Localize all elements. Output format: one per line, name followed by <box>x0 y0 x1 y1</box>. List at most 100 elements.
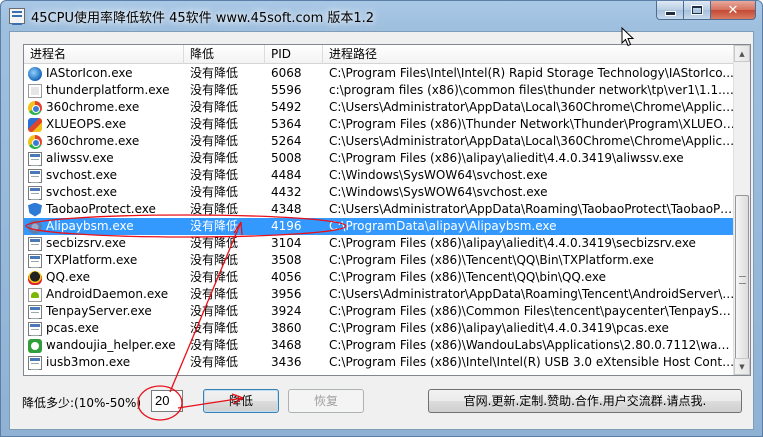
reduce-status: 没有降低 <box>190 304 239 318</box>
list-item[interactable]: QQ.exe 没有降低 4056 C:\Program Files (x86)\Ten… <box>24 269 736 286</box>
list-item[interactable]: TXPlatform.exe 没有降低 3508 C:\Program Files (… <box>24 252 736 269</box>
process-path: C:\Windows\SysWOW64\svchost.exe <box>329 185 548 199</box>
process-name: QQ.exe <box>46 270 90 284</box>
reduce-status: 没有降低 <box>190 168 239 182</box>
column-header-reduce[interactable]: 降低 <box>184 45 265 64</box>
process-name-cell: 360chrome.exe <box>24 133 184 150</box>
process-icon <box>28 83 42 98</box>
reduce-status: 没有降低 <box>190 66 239 80</box>
process-name: Alipaybsm.exe <box>46 219 134 233</box>
vertical-scrollbar[interactable]: ▲ ▼ <box>733 45 750 375</box>
restore-button[interactable]: 恢复 <box>288 389 364 413</box>
process-list[interactable]: 进程名 降低 PID 进程路径 IAStorIcon.exe 没有降低 6068 C:… <box>23 44 751 376</box>
process-name: thunderplatform.exe <box>46 83 170 97</box>
process-name: secbizsrv.exe <box>46 236 126 250</box>
process-name: IAStorIcon.exe <box>46 66 133 80</box>
process-name-cell: TXPlatform.exe <box>24 252 184 269</box>
process-icon <box>28 219 42 234</box>
process-icon <box>28 202 42 217</box>
process-name: aliwssv.exe <box>46 151 114 165</box>
scrollbar-thumb[interactable] <box>735 195 749 365</box>
list-item[interactable]: IAStorIcon.exe 没有降低 6068 C:\Program Files\I… <box>24 65 736 82</box>
list-item[interactable]: 360chrome.exe 没有降低 5264 C:\Users\Administra… <box>24 133 736 150</box>
process-icon <box>28 338 42 353</box>
process-pid: 3924 <box>271 304 302 318</box>
process-name: 360chrome.exe <box>46 100 140 114</box>
list-item[interactable]: Alipaybsm.exe 没有降低 4196 C:\ProgramData\alip… <box>24 218 736 235</box>
process-pid: 4432 <box>271 185 302 199</box>
process-icon <box>28 253 42 268</box>
list-item[interactable]: TenpayServer.exe 没有降低 3924 C:\Program Files… <box>24 303 736 320</box>
process-pid: 3468 <box>271 338 302 352</box>
close-button[interactable]: ✕ <box>711 1 756 20</box>
reduce-button[interactable]: 降低 <box>203 389 279 413</box>
list-item[interactable]: svchost.exe 没有降低 4432 C:\Windows\SysWOW64\s… <box>24 184 736 201</box>
process-name-cell: 360chrome.exe <box>24 99 184 116</box>
window-title: 45CPU使用率降低软件 45软件 www.45soft.com 版本1.2 <box>31 11 375 26</box>
process-name: svchost.exe <box>46 168 117 182</box>
process-name-cell: aliwssv.exe <box>24 150 184 167</box>
process-name-cell: iusb3mon.exe <box>24 354 184 371</box>
reduce-status: 没有降低 <box>190 355 239 369</box>
list-item[interactable]: wandoujia_helper.exe 没有降低 3468 C:\Program F… <box>24 337 736 354</box>
list-item[interactable]: svchost.exe 没有降低 4484 C:\Windows\SysWOW64\s… <box>24 167 736 184</box>
list-item[interactable]: iusb3mon.exe 没有降低 3436 C:\Program Files (x8… <box>24 354 736 371</box>
maximize-button[interactable] <box>684 1 711 20</box>
list-item[interactable]: aliwssv.exe 没有降低 5008 C:\Program Files (x86… <box>24 150 736 167</box>
process-path: C:\Program Files (x86)\Intel\Intel(R) US… <box>329 355 736 369</box>
process-icon <box>28 134 42 149</box>
reduce-status: 没有降低 <box>190 151 239 165</box>
process-path: C:\Program Files (x86)\alipay\aliedit\4.… <box>329 321 669 335</box>
reduce-status: 没有降低 <box>190 134 239 148</box>
process-pid: 3956 <box>271 287 302 301</box>
list-item[interactable]: thunderplatform.exe 没有降低 5596 c:\program fi… <box>24 82 736 99</box>
process-icon <box>28 151 42 166</box>
maximize-icon <box>692 6 702 14</box>
process-name: AndroidDaemon.exe <box>46 287 169 301</box>
process-name-cell: QQ.exe <box>24 269 184 286</box>
reduce-status: 没有降低 <box>190 253 239 267</box>
title-bar[interactable]: 45CPU使用率降低软件 45软件 www.45soft.com 版本1.2 ✕ <box>1 1 762 31</box>
process-path: C:\Windows\SysWOW64\svchost.exe <box>329 168 548 182</box>
column-header-name[interactable]: 进程名 <box>24 45 184 64</box>
list-item[interactable]: 360chrome.exe 没有降低 5492 C:\Users\Administra… <box>24 99 736 116</box>
list-item[interactable]: TaobaoProtect.exe 没有降低 4348 C:\Users\Admini… <box>24 201 736 218</box>
chevron-down-icon: ▼ <box>739 362 745 371</box>
column-header-pid[interactable]: PID <box>265 45 323 64</box>
process-pid: 6068 <box>271 66 302 80</box>
process-path: C:\Users\Administrator\AppData\Roaming\T… <box>329 287 736 301</box>
website-button[interactable]: 官网.更新.定制.赞助.合作.用户交流群.请点我. <box>428 389 742 413</box>
list-item[interactable]: secbizsrv.exe 没有降低 3104 C:\Program Files (x… <box>24 235 736 252</box>
process-path: C:\Users\Administrator\AppData\Local\360… <box>329 100 736 114</box>
scroll-up-button[interactable]: ▲ <box>734 45 750 62</box>
process-path: c:\program files (x86)\common files\thun… <box>329 83 736 97</box>
process-icon <box>28 185 42 200</box>
process-icon <box>28 100 42 115</box>
process-name: XLUEOPS.exe <box>46 117 127 131</box>
list-item[interactable]: pcas.exe 没有降低 3860 C:\Program Files (x86)\a… <box>24 320 736 337</box>
process-name: pcas.exe <box>46 321 99 335</box>
list-item[interactable]: XLUEOPS.exe 没有降低 5364 C:\Program Files (x86… <box>24 116 736 133</box>
minimize-button[interactable] <box>656 1 684 20</box>
process-icon <box>28 321 42 336</box>
process-pid: 3436 <box>271 355 302 369</box>
process-name-cell: XLUEOPS.exe <box>24 116 184 133</box>
reduce-status: 没有降低 <box>190 185 239 199</box>
reduce-status: 没有降低 <box>190 270 239 284</box>
process-name-cell: IAStorIcon.exe <box>24 65 184 82</box>
reduce-amount-input[interactable]: 20 <box>151 390 183 412</box>
process-path: C:\ProgramData\alipay\Alipaybsm.exe <box>329 219 557 233</box>
reduce-status: 没有降低 <box>190 100 239 114</box>
scroll-down-button[interactable]: ▼ <box>734 358 750 375</box>
process-name-cell: svchost.exe <box>24 184 184 201</box>
process-name-cell: TaobaoProtect.exe <box>24 201 184 218</box>
mouse-cursor-icon <box>621 27 635 47</box>
list-item[interactable]: AndroidDaemon.exe 没有降低 3956 C:\Users\Admini… <box>24 286 736 303</box>
client-area: 进程名 降低 PID 进程路径 IAStorIcon.exe 没有降低 6068 C:… <box>9 31 754 430</box>
minimize-icon <box>665 11 675 15</box>
reduce-status: 没有降低 <box>190 117 239 131</box>
process-icon <box>28 355 42 370</box>
column-header-path[interactable]: 进程路径 <box>323 45 736 64</box>
process-name-cell: secbizsrv.exe <box>24 235 184 252</box>
process-name-cell: TenpayServer.exe <box>24 303 184 320</box>
